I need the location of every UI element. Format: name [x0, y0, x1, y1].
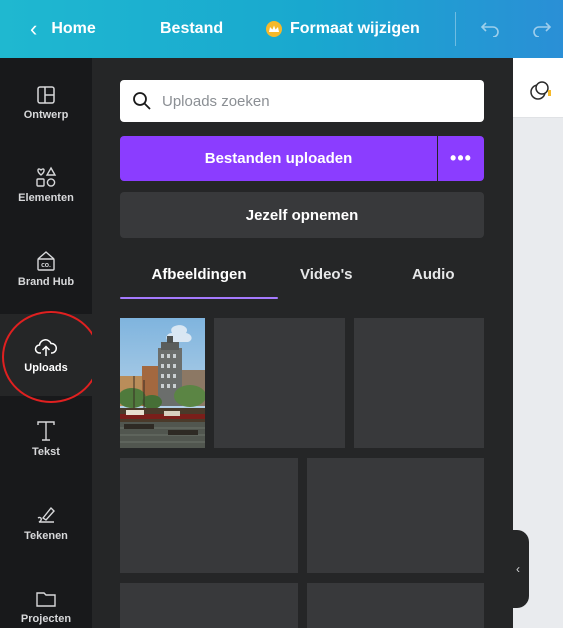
- search-icon: [133, 92, 151, 110]
- sidebar-item-ontwerp[interactable]: Ontwerp: [0, 62, 92, 144]
- sidebar-item-tekst[interactable]: Tekst: [0, 398, 92, 480]
- more-icon: •••: [450, 148, 472, 168]
- shapes-icon: [36, 166, 57, 187]
- folder-icon: [36, 592, 56, 607]
- sidebar-item-tekenen[interactable]: Tekenen: [0, 482, 92, 564]
- undo-icon: [480, 22, 499, 37]
- redo-button[interactable]: [532, 0, 552, 58]
- sidebar-item-label: Tekst: [32, 446, 60, 458]
- file-menu-button[interactable]: Bestand: [160, 0, 223, 58]
- home-label: Home: [51, 20, 96, 37]
- brand-hub-icon: CO.: [37, 251, 55, 271]
- top-bar: ‹ Home Bestand Formaat wijzigen: [0, 0, 563, 58]
- sidebar-item-label: Uploads: [24, 362, 68, 374]
- text-icon: [37, 421, 55, 441]
- tab-audio[interactable]: Audio: [412, 266, 455, 300]
- sidebar-item-uploads[interactable]: Uploads: [0, 314, 92, 396]
- crown-icon: [266, 21, 282, 37]
- upload-placeholder-tile[interactable]: [214, 318, 345, 448]
- topbar-divider: [455, 12, 456, 46]
- sidebar-item-projecten[interactable]: Projecten: [0, 566, 92, 628]
- chevron-left-icon: ‹: [30, 16, 38, 41]
- home-button[interactable]: ‹ Home: [30, 0, 96, 58]
- sidebar-item-elementen[interactable]: Elementen: [0, 144, 92, 226]
- resize-button[interactable]: Formaat wijzigen: [266, 0, 420, 58]
- upload-files-button[interactable]: Bestanden uploaden: [120, 136, 437, 181]
- sidebar-item-brand-hub[interactable]: CO. Brand Hub: [0, 228, 92, 310]
- more-options-button[interactable]: •••: [438, 136, 484, 181]
- resize-label: Formaat wijzigen: [290, 20, 420, 37]
- tab-afbeeldingen[interactable]: Afbeeldingen: [120, 266, 278, 300]
- uploads-panel: Bestanden uploaden ••• Jezelf opnemen Af…: [92, 58, 513, 628]
- upload-placeholder-tile[interactable]: [120, 458, 298, 573]
- upload-placeholder-tile[interactable]: [307, 458, 484, 573]
- active-tab-indicator: [120, 297, 278, 299]
- search-input[interactable]: [162, 92, 462, 110]
- layout-icon: [37, 86, 55, 104]
- canvas-toolbar: [513, 58, 563, 118]
- redo-icon: [533, 22, 552, 37]
- city-harbor-image: [120, 318, 205, 448]
- upload-placeholder-tile[interactable]: [120, 583, 298, 628]
- tab-videos[interactable]: Video's: [300, 266, 352, 300]
- svg-text:CO.: CO.: [41, 263, 51, 269]
- undo-button[interactable]: [480, 0, 500, 58]
- sidebar-item-label: Projecten: [20, 613, 72, 625]
- collapse-panel-button[interactable]: ‹: [507, 530, 529, 608]
- cloud-upload-icon: [34, 339, 58, 356]
- search-box[interactable]: [120, 80, 484, 122]
- sidebar-item-label: Brand Hub: [17, 276, 75, 288]
- sidebar-item-label: Ontwerp: [23, 109, 69, 121]
- uploaded-image-thumbnail[interactable]: [120, 318, 205, 448]
- sidebar-item-label: Elementen: [18, 192, 74, 204]
- left-sidebar: Ontwerp Elementen CO. Brand Hub Uploads …: [0, 58, 92, 628]
- draw-icon: [37, 506, 55, 523]
- color-picker-icon[interactable]: [529, 80, 551, 102]
- upload-placeholder-tile[interactable]: [307, 583, 484, 628]
- record-yourself-button[interactable]: Jezelf opnemen: [120, 192, 484, 238]
- upload-placeholder-tile[interactable]: [354, 318, 484, 448]
- chevron-left-icon: ‹: [516, 562, 520, 576]
- sidebar-item-label: Tekenen: [24, 530, 68, 542]
